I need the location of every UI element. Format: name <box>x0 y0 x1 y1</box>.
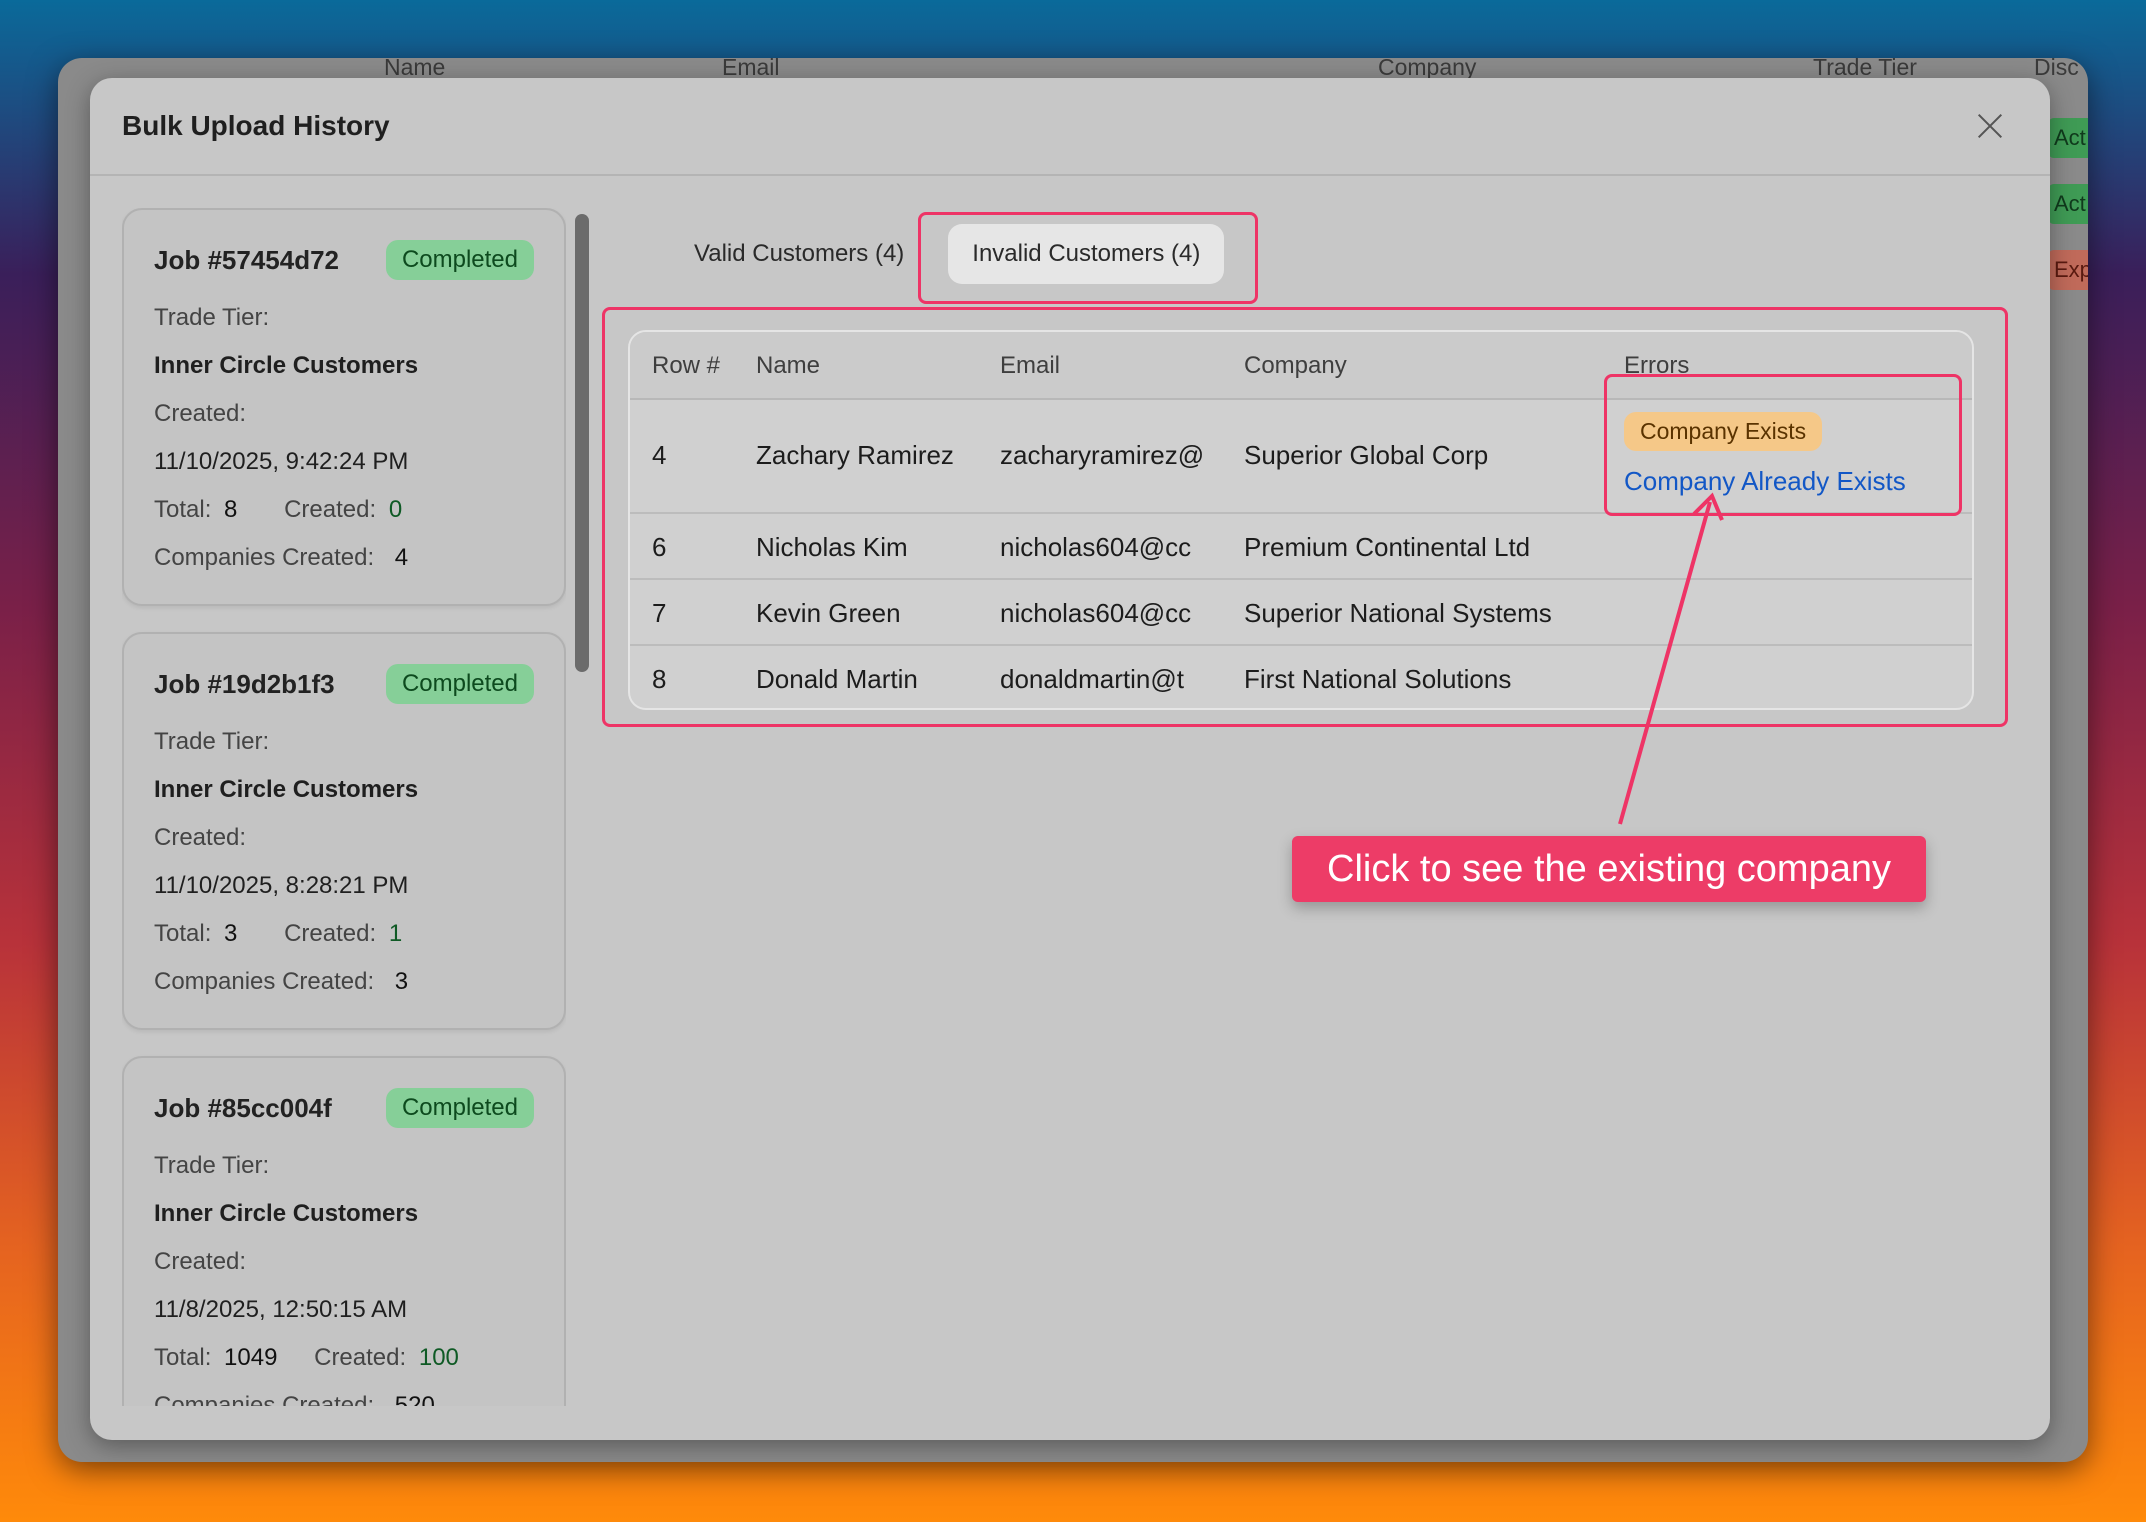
annotation-callout: Click to see the existing company <box>1292 836 1926 902</box>
screenshot-frame: Name Email Company Trade Tier Disc Act A… <box>0 0 2146 1522</box>
annotation-arrow-icon <box>1618 492 1724 825</box>
